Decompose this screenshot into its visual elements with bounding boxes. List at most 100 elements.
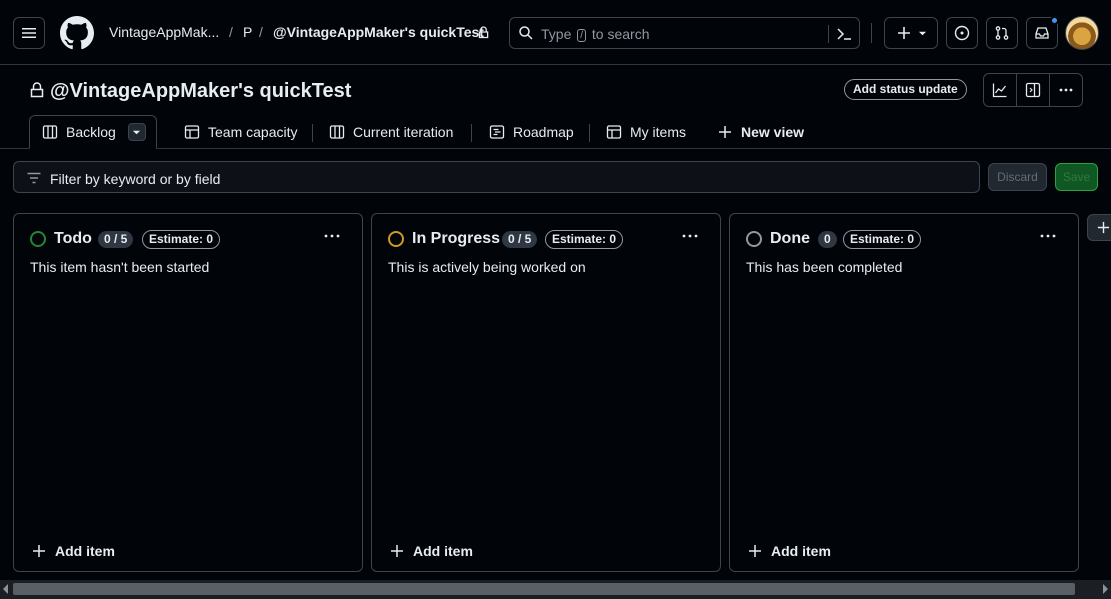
pull-requests-button[interactable] <box>986 17 1018 49</box>
project-header: @VintageAppMaker's quickTest Add status … <box>0 65 1111 149</box>
tab-backlog[interactable]: Backlog <box>29 115 157 149</box>
menu-button[interactable] <box>13 17 45 49</box>
divider <box>471 124 472 142</box>
avatar[interactable] <box>1065 16 1099 50</box>
board-icon <box>329 125 345 139</box>
add-item-label: Add item <box>55 543 115 559</box>
sidebar-expand-icon <box>1025 82 1041 98</box>
board-column-todo: Todo 0 / 5 Estimate: 0 This item hasn't … <box>13 213 363 572</box>
more-options-button[interactable] <box>1050 74 1082 106</box>
save-button[interactable]: Save <box>1055 163 1098 191</box>
new-view-button[interactable]: New view <box>717 115 804 149</box>
tab-team-capacity[interactable]: Team capacity <box>184 115 297 149</box>
add-status-update-button[interactable]: Add status update <box>844 79 967 100</box>
breadcrumb-separator: / <box>229 24 233 40</box>
filter-icon <box>27 172 41 184</box>
lock-icon <box>30 82 44 98</box>
divider <box>828 25 829 43</box>
lock-icon <box>478 26 489 39</box>
item-count-badge: 0 / 5 <box>502 231 538 248</box>
add-item-button[interactable]: Add item <box>748 543 831 559</box>
plus-icon <box>1097 221 1110 234</box>
plus-icon <box>749 545 761 557</box>
column-title: Done <box>770 230 810 247</box>
estimate-badge: Estimate: 0 <box>142 230 221 249</box>
add-item-button[interactable]: Add item <box>32 543 115 559</box>
insights-button[interactable] <box>984 74 1017 106</box>
notification-dot <box>1050 16 1059 25</box>
item-count-badge: 0 / 5 <box>98 231 134 248</box>
scrollbar-thumb[interactable] <box>13 583 1075 595</box>
triangle-down-icon <box>133 130 141 134</box>
github-logo-icon[interactable] <box>60 16 94 50</box>
plus-icon <box>719 126 731 138</box>
tab-label: Team capacity <box>208 124 298 140</box>
add-column-button[interactable] <box>1087 214 1111 241</box>
column-description: This has been completed <box>746 259 903 275</box>
status-circle-icon <box>746 231 762 247</box>
side-panel-button[interactable] <box>1017 74 1050 106</box>
search-placeholder: Type / to search <box>541 26 650 42</box>
item-count-badge: 0 <box>818 231 837 248</box>
kebab-horizontal-icon[interactable] <box>1038 226 1058 246</box>
inbox-icon <box>1035 27 1049 39</box>
status-circle-icon <box>388 231 404 247</box>
view-options-button[interactable] <box>127 123 146 141</box>
search-input[interactable]: Type / to search <box>509 17 860 49</box>
tab-roadmap[interactable]: Roadmap <box>489 115 574 149</box>
board-icon <box>42 125 58 139</box>
horizontal-scrollbar[interactable] <box>0 580 1111 599</box>
breadcrumb-owner[interactable]: VintageAppMak... <box>109 24 219 40</box>
plus-icon <box>33 545 45 557</box>
scroll-right-icon[interactable] <box>1103 584 1108 594</box>
breadcrumb-separator: / <box>259 24 263 40</box>
column-description: This is actively being worked on <box>388 259 586 275</box>
filter-input[interactable]: Filter by keyword or by field <box>13 161 980 193</box>
column-title: Todo <box>54 230 92 247</box>
divider <box>312 124 313 142</box>
project-actions <box>983 73 1083 107</box>
estimate-badge: Estimate: 0 <box>545 230 624 249</box>
breadcrumb-section[interactable]: P <box>243 24 252 40</box>
tab-label: Current iteration <box>353 124 454 140</box>
pull-request-icon <box>995 26 1009 40</box>
column-description: This item hasn't been started <box>30 259 210 275</box>
issues-button[interactable] <box>946 17 978 49</box>
graph-icon <box>992 83 1007 98</box>
command-palette-icon[interactable] <box>834 25 854 43</box>
tab-label: New view <box>741 124 805 140</box>
kebab-horizontal-icon[interactable] <box>322 226 342 246</box>
breadcrumb-project[interactable]: @VintageAppMaker's quickTest <box>273 24 484 40</box>
issue-opened-icon <box>954 25 970 41</box>
status-circle-icon <box>30 231 46 247</box>
column-title: In Progress <box>412 230 501 247</box>
page-title: @VintageAppMaker's quickTest <box>50 80 352 102</box>
tab-my-items[interactable]: My items <box>606 115 686 149</box>
create-new-button[interactable] <box>884 17 938 49</box>
divider <box>871 23 872 43</box>
plus-icon <box>391 545 403 557</box>
tab-current-iteration[interactable]: Current iteration <box>329 115 453 149</box>
filter-placeholder: Filter by keyword or by field <box>50 171 221 187</box>
search-icon <box>519 26 533 40</box>
add-item-button[interactable]: Add item <box>390 543 473 559</box>
kebab-horizontal-icon[interactable] <box>680 226 700 246</box>
tab-label: My items <box>630 124 686 140</box>
table-icon <box>184 125 200 139</box>
board-column-in-progress: In Progress 0 / 5 Estimate: 0 This is ac… <box>371 213 721 572</box>
discard-button[interactable]: Discard <box>988 163 1047 191</box>
tab-label: Backlog <box>66 124 116 140</box>
scroll-left-icon[interactable] <box>3 584 8 594</box>
hamburger-icon <box>22 28 36 38</box>
global-header: VintageAppMak... / P / @VintageAppMaker'… <box>0 0 1111 65</box>
estimate-badge: Estimate: 0 <box>843 230 922 249</box>
add-item-label: Add item <box>771 543 831 559</box>
table-icon <box>606 125 622 139</box>
divider <box>589 124 590 142</box>
tab-label: Roadmap <box>513 124 574 140</box>
board-column-done: Done 0 Estimate: 0 This has been complet… <box>729 213 1079 572</box>
kebab-horizontal-icon <box>1059 88 1073 92</box>
roadmap-icon <box>489 125 505 139</box>
plus-icon <box>897 27 910 39</box>
add-item-label: Add item <box>413 543 473 559</box>
